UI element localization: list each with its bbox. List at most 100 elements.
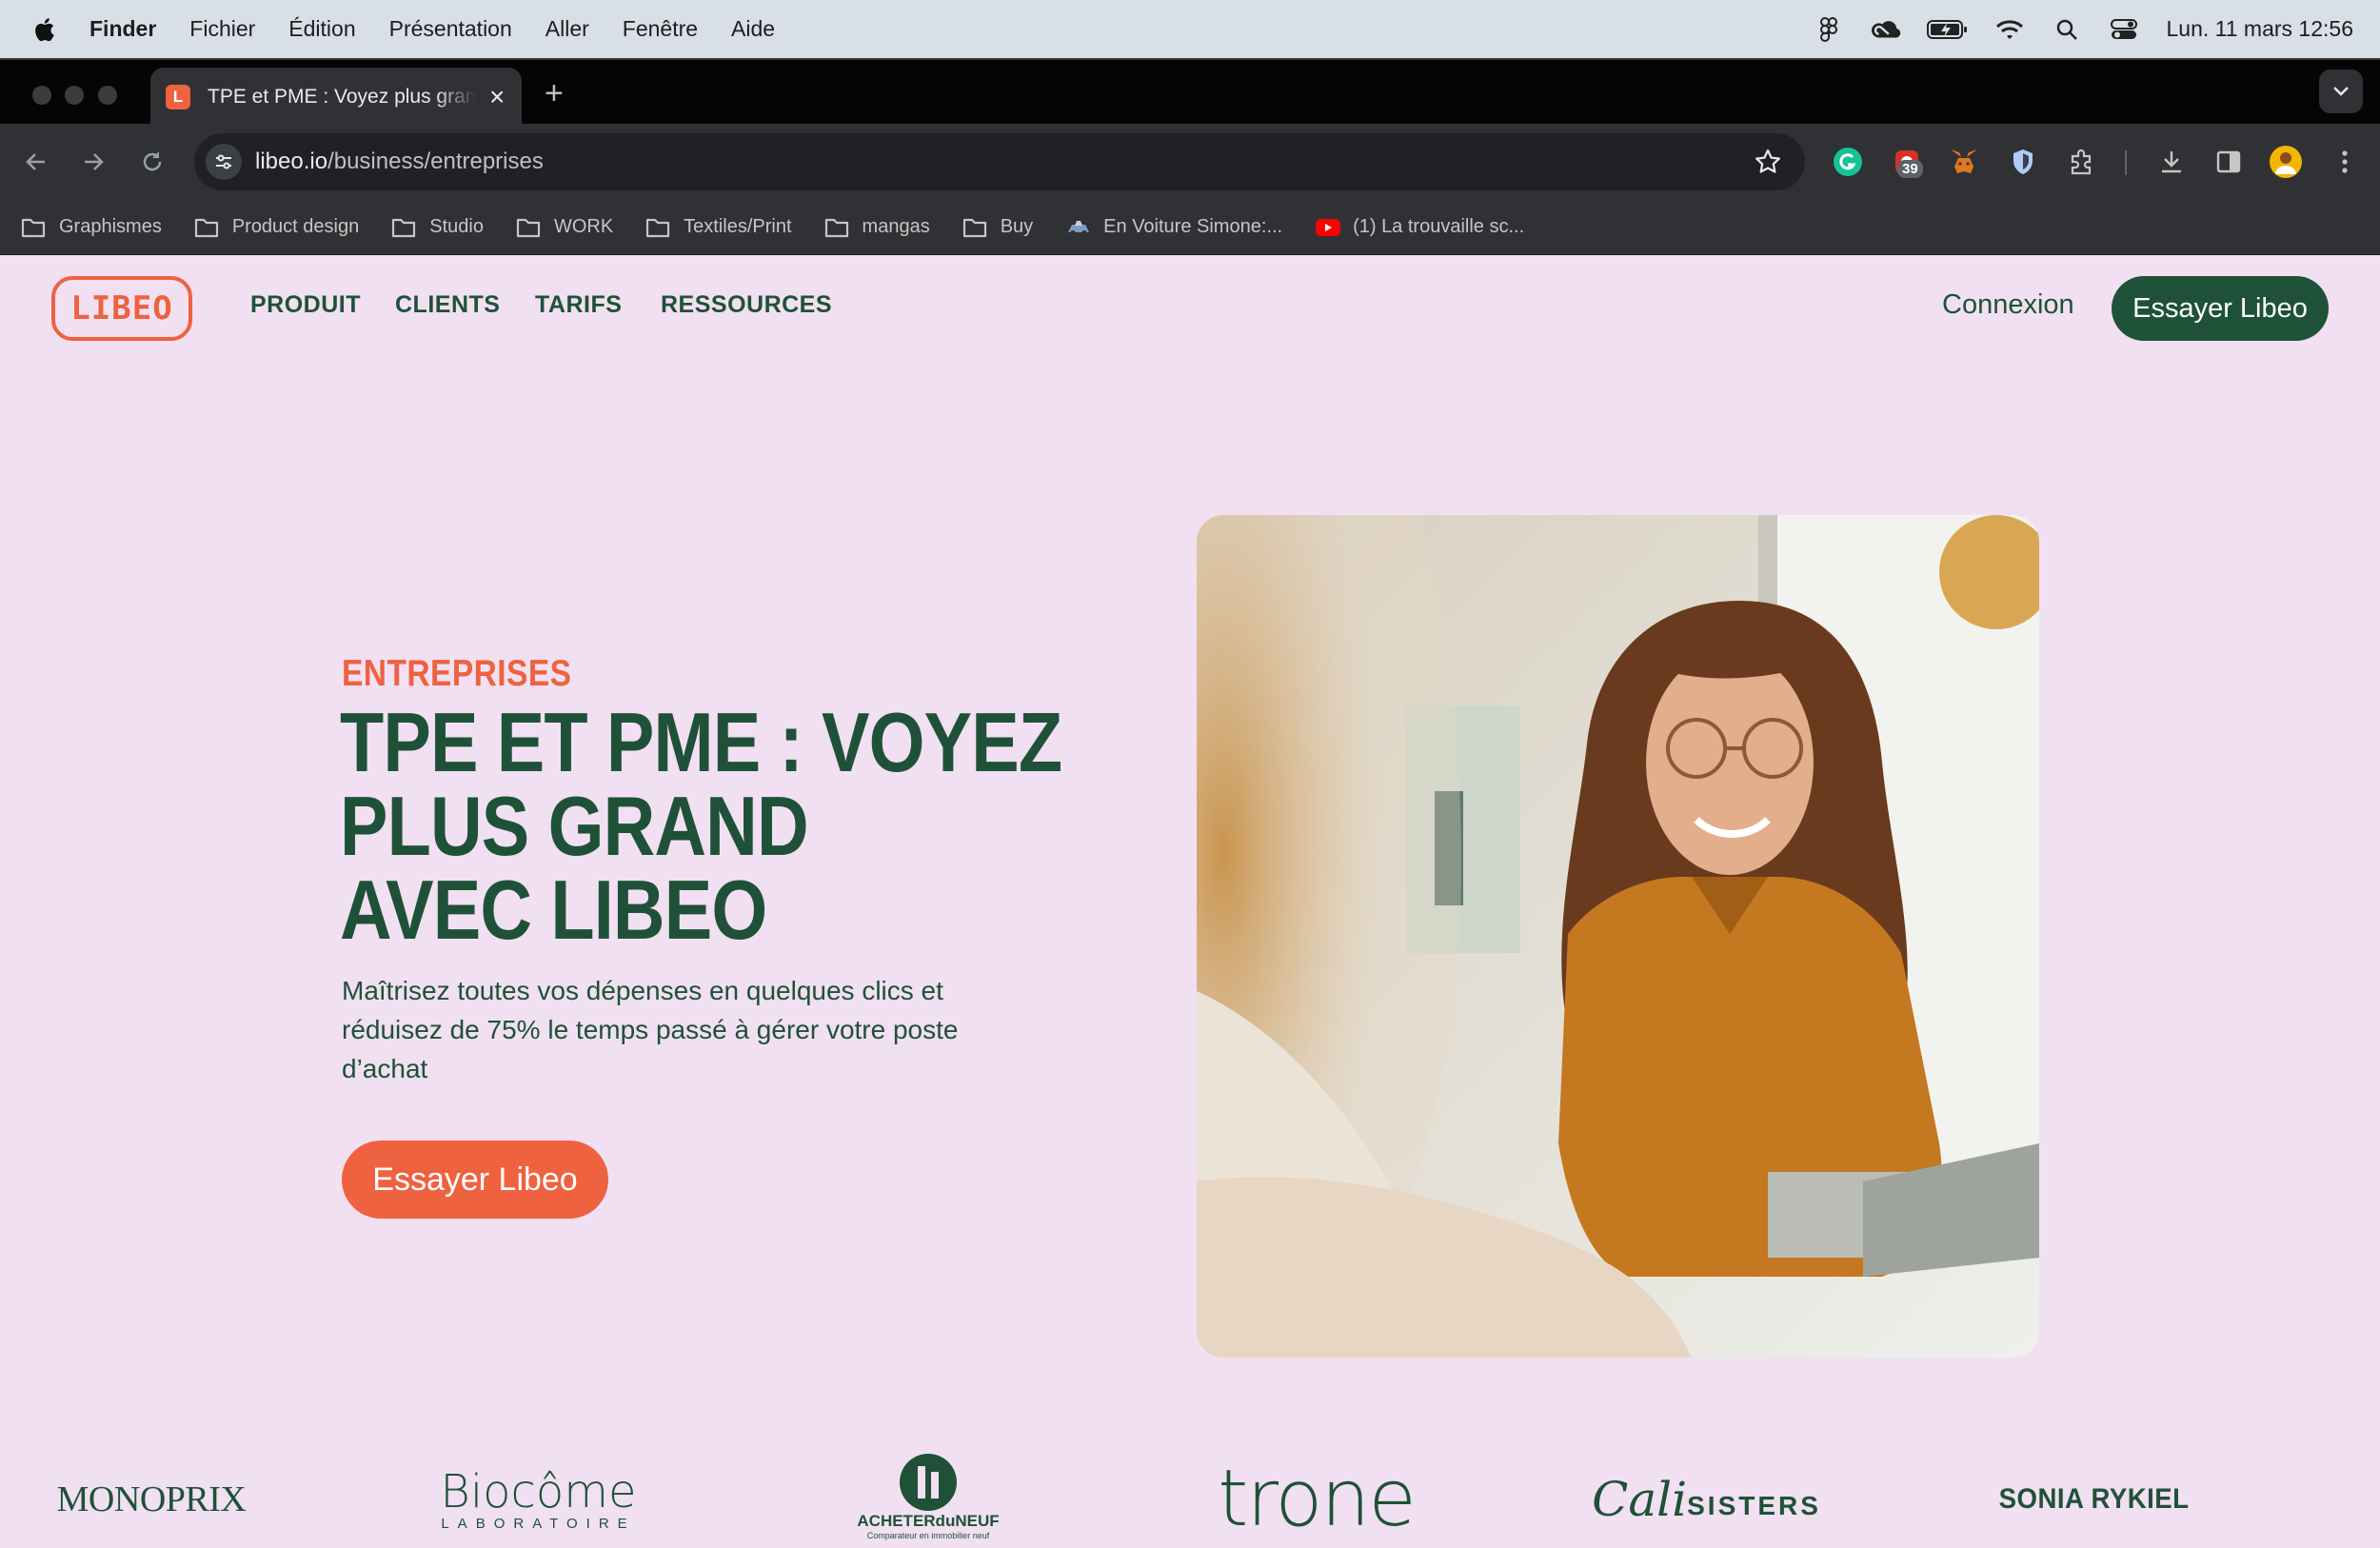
browser-menu-icon[interactable]	[2327, 144, 2363, 180]
hero-headline-line-2: PLUS GRAND	[340, 779, 809, 873]
menu-aller[interactable]: Aller	[545, 16, 589, 42]
folder-icon	[516, 216, 543, 239]
bookmark-item[interactable]: Textiles/Print	[645, 216, 792, 239]
bookmark-item[interactable]: mangas	[824, 216, 930, 239]
window-close-button[interactable]	[32, 86, 51, 105]
acheterduneuf-emblem-icon	[900, 1454, 957, 1511]
bookmark-item[interactable]: (1) La trouvaille sc...	[1315, 216, 1524, 239]
client-logo-calisisters: Cali SISTERS	[1592, 1457, 1818, 1542]
grammarly-extension-icon[interactable]	[1830, 144, 1866, 180]
active-tab[interactable]: L TPE et PME : Voyez plus grand avec Lib…	[150, 68, 522, 126]
url-path: /business/entreprises	[327, 149, 544, 174]
nav-ressources[interactable]: RESSOURCES	[661, 291, 832, 319]
downloads-icon[interactable]	[2153, 144, 2190, 180]
bookmark-label: mangas	[862, 216, 930, 237]
forward-button[interactable]	[76, 145, 110, 179]
try-libeo-hero-button[interactable]: Essayer Libeo	[342, 1141, 608, 1219]
folder-icon	[824, 216, 851, 239]
wifi-icon[interactable]	[1993, 13, 2026, 46]
menubar-clock[interactable]: Lun. 11 mars 12:56	[2167, 16, 2353, 42]
apple-menu-icon[interactable]	[32, 15, 59, 44]
window-minimize-button[interactable]	[65, 86, 84, 105]
acheterduneuf-wordmark: ACHETERduNEUF	[857, 1512, 1000, 1530]
window-zoom-button[interactable]	[98, 86, 117, 105]
trone-wordmark: trone	[1218, 1454, 1417, 1544]
bookmark-item[interactable]: Studio	[391, 216, 484, 239]
tab-close-icon[interactable]: ×	[489, 83, 505, 110]
nav-produit[interactable]: PRODUIT	[250, 291, 361, 319]
client-logo-acheterduneuf: ACHETERduNEUF Comparateur en immobilier …	[852, 1445, 1004, 1548]
menu-fenetre[interactable]: Fenêtre	[623, 16, 698, 42]
try-libeo-header-button[interactable]: Essayer Libeo	[2112, 276, 2329, 341]
hero-headline-line-1: TPE ET PME : VOYEZ	[340, 695, 1062, 789]
calisisters-caps: SISTERS	[1687, 1491, 1821, 1520]
hero-headline-line-3: AVEC LIBEO	[340, 863, 767, 957]
tab-search-button[interactable]	[2319, 69, 2363, 113]
browser-tab-strip: L TPE et PME : Voyez plus grand avec Lib…	[0, 58, 2380, 126]
reload-button[interactable]	[135, 145, 169, 179]
menu-finder[interactable]: Finder	[89, 16, 156, 42]
site-info-icon[interactable]	[206, 144, 242, 180]
hero-lead-text: Maîtrisez toutes vos dépenses en quelque…	[342, 976, 959, 1083]
new-tab-button[interactable]: +	[545, 77, 564, 109]
client-logo-trone: trone	[1214, 1457, 1418, 1542]
bookmark-label: Graphismes	[59, 216, 162, 237]
control-center-icon[interactable]	[2108, 13, 2140, 46]
nav-clients[interactable]: CLIENTS	[395, 291, 500, 319]
client-logo-monoprix: MONOPRIX	[51, 1457, 251, 1542]
libeo-logo[interactable]: LIBEO	[51, 276, 192, 341]
biocome-subtitle: LABORATOIRE	[441, 1515, 636, 1532]
bookmark-label: WORK	[553, 216, 614, 237]
creative-cloud-icon[interactable]	[1870, 13, 1902, 46]
folder-icon	[21, 216, 48, 239]
folder-icon	[645, 216, 672, 239]
shield-extension-icon[interactable]	[2005, 144, 2041, 180]
calisisters-script: Cali	[1592, 1472, 1688, 1527]
extension-badge: 39	[1897, 160, 1923, 178]
folder-icon	[194, 216, 221, 239]
bookmarks-bar: Graphismes Product design Studio WORK Textil…	[0, 200, 2380, 255]
profile-avatar[interactable]	[2268, 144, 2304, 180]
nav-tarifs[interactable]: TARIFS	[535, 291, 622, 319]
menu-presentation[interactable]: Présentation	[389, 16, 512, 42]
car-favicon	[1065, 216, 1092, 239]
youtube-icon	[1315, 216, 1341, 239]
bookmark-label: Buy	[1000, 216, 1034, 237]
battery-icon[interactable]	[1926, 13, 1969, 46]
libeo-favicon-icon: L	[166, 84, 190, 109]
bookmark-label: (1) La trouvaille sc...	[1353, 216, 1525, 237]
bookmark-item[interactable]: Product design	[194, 216, 359, 239]
bookmark-item[interactable]: WORK	[516, 216, 613, 239]
acheterduneuf-tagline: Comparateur en immobilier neuf	[866, 1531, 990, 1540]
bookmark-label: Studio	[429, 216, 484, 237]
libeo-page: LIBEO PRODUIT CLIENTS TARIFS RESSOURCES …	[0, 255, 2380, 1548]
bookmark-star-icon[interactable]	[1754, 148, 1782, 176]
side-panel-icon[interactable]	[2211, 144, 2247, 180]
search-icon[interactable]	[2051, 13, 2083, 46]
toolbar-divider	[2125, 150, 2127, 175]
bookmark-item[interactable]: Graphismes	[21, 216, 162, 239]
bookmark-item[interactable]: En Voiture Simone:...	[1065, 216, 1282, 239]
menu-aide[interactable]: Aide	[731, 16, 775, 42]
figma-icon[interactable]	[1813, 13, 1845, 46]
monoprix-wordmark: MONOPRIX	[56, 1479, 247, 1519]
back-button[interactable]	[19, 145, 53, 179]
bookmark-item[interactable]: Buy	[962, 216, 1033, 239]
bookmark-label: En Voiture Simone:...	[1103, 216, 1283, 237]
url-host: libeo.io	[255, 149, 328, 174]
menu-fichier[interactable]: Fichier	[189, 16, 255, 42]
hero-headline: TPE ET PME : VOYEZ PLUS GRAND AVEC LIBEO	[340, 701, 1077, 952]
tab-title: TPE et PME : Voyez plus grand avec Libeo	[208, 85, 476, 108]
metamask-extension-icon[interactable]	[1946, 144, 1982, 180]
hero-photo	[1197, 515, 2039, 1358]
bookmark-label: Product design	[231, 216, 360, 237]
url-text[interactable]: libeo.io/business/entreprises	[255, 149, 544, 175]
folder-icon	[391, 216, 418, 239]
client-logo-sonia-rykiel: SONIA RYKIEL	[1990, 1457, 2199, 1542]
extensions-puzzle-icon[interactable]	[2064, 144, 2100, 180]
menu-edition[interactable]: Édition	[288, 16, 355, 42]
client-logo-biocome: Biocôme LABORATOIRE	[436, 1457, 641, 1542]
address-bar[interactable]: libeo.io/business/entreprises	[194, 133, 1805, 190]
login-link[interactable]: Connexion	[1942, 289, 2074, 321]
macos-menu-bar: Finder Fichier Édition Présentation Alle…	[0, 0, 2380, 58]
